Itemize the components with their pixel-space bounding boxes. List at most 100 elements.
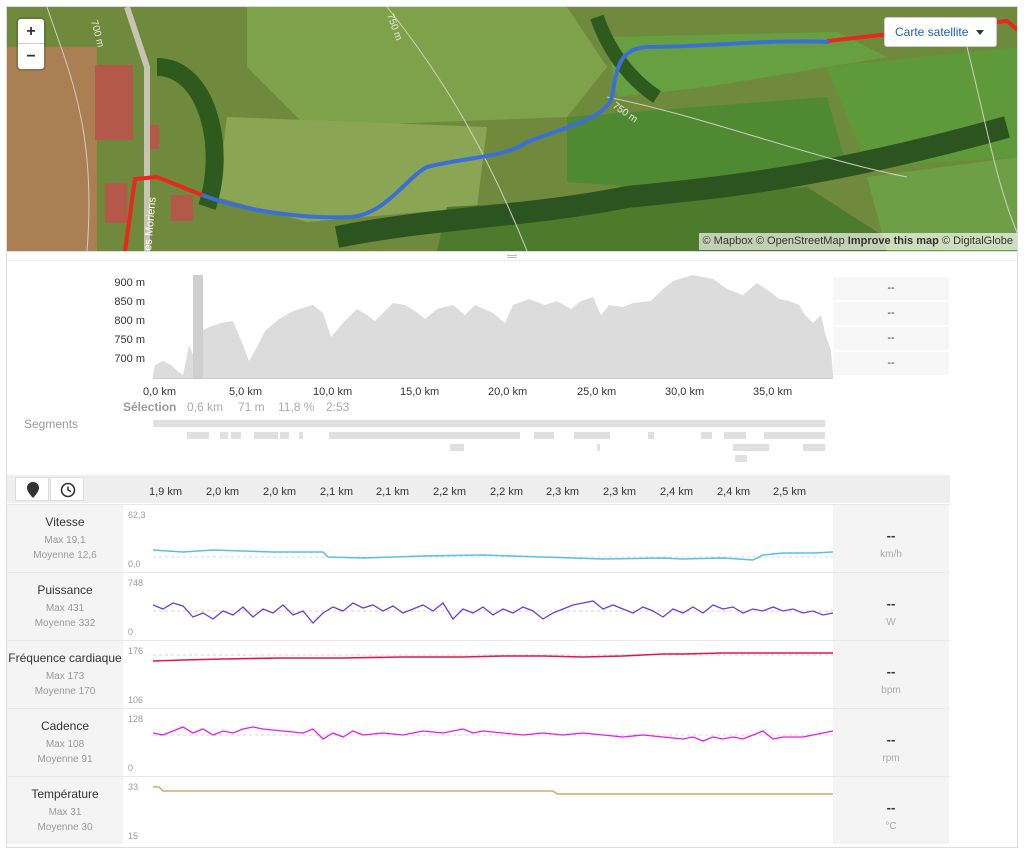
segment-bar[interactable]	[648, 432, 654, 439]
metric-row-speed[interactable]: Vitesse Max 19,1 Moyenne 12,6 62,3 0,0 -…	[7, 504, 950, 572]
attribution-osm-link[interactable]: © OpenStreetMap	[756, 235, 845, 247]
temperature-trace[interactable]	[123, 777, 833, 844]
caret-down-icon	[976, 30, 984, 35]
segment-bar[interactable]	[187, 432, 209, 439]
selection-time: 2:53	[326, 400, 350, 414]
elevation-x-tick: 0,0 km	[143, 386, 177, 398]
segment-bar[interactable]	[254, 432, 278, 439]
metric-average: Moyenne 170	[34, 686, 96, 697]
speed-trace[interactable]	[123, 505, 833, 572]
timeline-tick: 2,3 km	[546, 486, 580, 498]
timeline-tick: 2,0 km	[206, 486, 240, 498]
segment-bar[interactable]	[597, 444, 600, 451]
segments-label: Segments	[24, 417, 79, 431]
metric-current-value: --	[886, 732, 896, 747]
segment-bar[interactable]	[280, 432, 289, 439]
attribution-digitalglobe-link[interactable]: © DigitalGlobe	[942, 235, 1013, 247]
segment-bar[interactable]	[153, 420, 825, 427]
elevation-side-value: --	[833, 327, 949, 350]
timeline-tick: 2,5 km	[773, 486, 807, 498]
selection-label: Sélection	[123, 400, 177, 414]
elevation-y-tick: 800 m	[114, 315, 145, 327]
selection-elevation: 71 m	[238, 400, 265, 414]
metric-name: Puissance	[7, 583, 123, 597]
metric-average: Moyenne 91	[37, 754, 93, 765]
metric-unit: km/h	[880, 549, 902, 560]
metric-max: Max 431	[45, 603, 85, 614]
metric-max: Max 31	[48, 807, 82, 818]
tab-location[interactable]	[15, 477, 49, 501]
drag-grip-icon	[507, 255, 517, 258]
power-trace[interactable]	[123, 573, 833, 640]
zoom-control: + −	[18, 19, 44, 69]
elevation-profile[interactable]	[153, 275, 833, 379]
metric-row-heart-rate[interactable]: Fréquence cardiaque Max 173 Moyenne 170 …	[7, 640, 950, 708]
metric-max: Max 108	[45, 739, 85, 750]
elevation-y-tick: 850 m	[114, 296, 145, 308]
timeline-tick: 1,9 km	[149, 486, 183, 498]
segment-bar[interactable]	[534, 432, 554, 439]
metric-name: Fréquence cardiaque	[7, 651, 123, 665]
attribution-mapbox-link[interactable]: © Mapbox	[703, 235, 753, 247]
zoom-in-button[interactable]: +	[18, 19, 44, 44]
elevation-x-tick: 20,0 km	[488, 386, 528, 398]
map-imagery: 700 m 750 m 750 m es Moriens	[7, 7, 1017, 251]
metric-average: Moyenne 332	[34, 618, 96, 629]
timeline-tick: 2,2 km	[490, 486, 524, 498]
timeline-tick: 2,4 km	[660, 486, 694, 498]
attribution-improve-link[interactable]: Improve this map	[848, 235, 939, 247]
metric-max: Max 173	[45, 671, 85, 682]
segment-bar[interactable]	[329, 432, 520, 439]
segment-bar[interactable]	[220, 432, 228, 439]
cadence-trace[interactable]	[123, 709, 833, 776]
selection-distance: 0,6 km	[187, 400, 224, 414]
elevation-side-value: --	[833, 302, 949, 325]
clock-icon	[60, 482, 76, 498]
activity-analysis-panel: 700 m 750 m 750 m es Moriens + − Carte s…	[6, 6, 1018, 848]
elevation-x-tick: 15,0 km	[400, 386, 440, 398]
zoom-out-button[interactable]: −	[18, 44, 44, 69]
metric-current-value: --	[886, 664, 896, 679]
segment-bar[interactable]	[735, 455, 747, 462]
timeline-tick: 2,4 km	[717, 486, 751, 498]
metric-name: Vitesse	[7, 515, 123, 529]
timeline-tick: 2,2 km	[433, 486, 467, 498]
elevation-x-tick: 35,0 km	[753, 386, 793, 398]
metric-current-value: --	[886, 800, 896, 815]
metric-row-cadence[interactable]: Cadence Max 108 Moyenne 91 128 0 -- rpm	[7, 708, 950, 776]
segment-bar[interactable]	[733, 444, 769, 451]
segment-bar[interactable]	[701, 432, 712, 439]
elevation-x-tick: 5,0 km	[229, 386, 263, 398]
segment-bar[interactable]	[764, 432, 825, 439]
tab-time[interactable]	[50, 477, 84, 501]
elevation-side-value: --	[833, 352, 949, 375]
metric-row-power[interactable]: Puissance Max 431 Moyenne 332 748 0 -- W	[7, 572, 950, 640]
map-pin-icon	[27, 482, 39, 498]
metric-current-value: --	[886, 528, 896, 543]
segment-bar[interactable]	[450, 444, 464, 451]
segment-bar[interactable]	[231, 432, 241, 439]
elevation-y-tick: 750 m	[114, 334, 145, 346]
metric-row-temperature[interactable]: Température Max 31 Moyenne 30 33 15 -- °…	[7, 776, 950, 844]
metric-unit: °C	[885, 821, 897, 832]
metric-unit: rpm	[882, 753, 900, 764]
map-layer-label: Carte satellite	[895, 25, 969, 39]
elevation-side-value: --	[833, 277, 949, 300]
timeline-axis: 1,9 km 2,0 km 2,0 km 2,1 km 2,1 km 2,2 k…	[7, 475, 950, 503]
segment-bar[interactable]	[803, 444, 825, 451]
elevation-x-tick: 25,0 km	[577, 386, 617, 398]
metric-current-value: --	[886, 596, 896, 611]
elevation-y-tick: 700 m	[114, 353, 145, 365]
metric-average: Moyenne 30	[37, 822, 93, 833]
segment-bar[interactable]	[299, 432, 303, 439]
timeline-tick: 2,1 km	[320, 486, 354, 498]
segment-bar[interactable]	[574, 432, 610, 439]
elevation-y-tick: 900 m	[114, 277, 145, 289]
satellite-map[interactable]: 700 m 750 m 750 m es Moriens + − Carte s…	[7, 7, 1017, 251]
map-attribution: © Mapbox © OpenStreetMap Improve this ma…	[698, 233, 1017, 250]
segment-bar[interactable]	[724, 432, 746, 439]
heart-rate-trace[interactable]	[123, 641, 833, 708]
map-resize-handle[interactable]	[7, 251, 1017, 261]
map-layer-dropdown[interactable]: Carte satellite	[884, 17, 997, 47]
metric-max: Max 19,1	[44, 535, 86, 546]
